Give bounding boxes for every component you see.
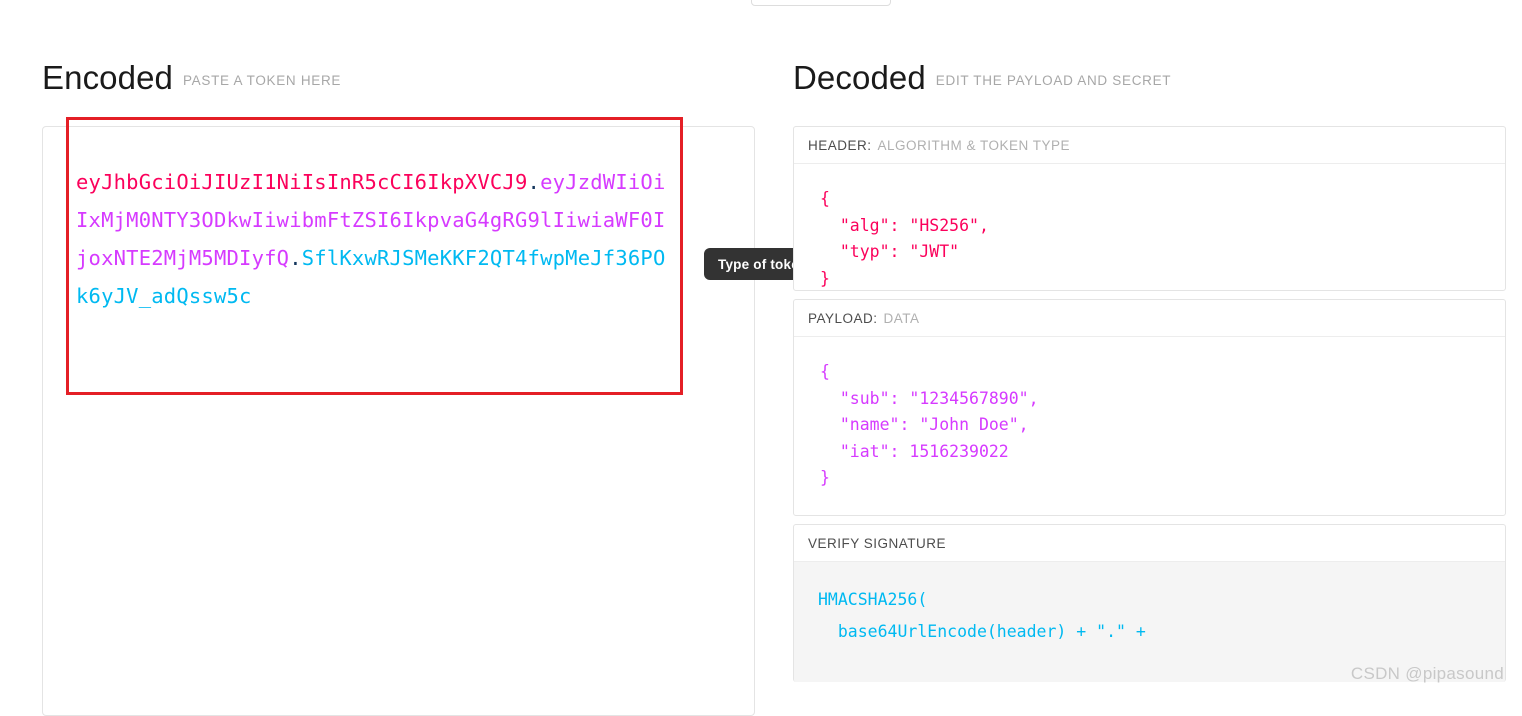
decoded-header-section: HEADER: ALGORITHM & TOKEN TYPE { "alg": … bbox=[793, 126, 1506, 291]
encoded-token-text[interactable]: eyJhbGciOiJIUzI1NiIsInR5cCI6IkpXVCJ9.eyJ… bbox=[76, 163, 666, 315]
decoded-heading: Decoded EDIT THE PAYLOAD AND SECRET bbox=[793, 59, 1171, 97]
payload-section-label: PAYLOAD: DATA bbox=[794, 300, 1505, 337]
header-json-editor[interactable]: { "alg": "HS256", "typ": "JWT" } bbox=[794, 164, 1505, 290]
decoded-signature-section: VERIFY SIGNATURE HMACSHA256( base64UrlEn… bbox=[793, 524, 1506, 682]
signature-section-label: VERIFY SIGNATURE bbox=[794, 525, 1505, 562]
header-label-strong: HEADER: bbox=[808, 137, 872, 153]
watermark: CSDN @pipasound bbox=[1350, 664, 1504, 683]
payload-label-soft: DATA bbox=[883, 310, 920, 326]
decoded-title: Decoded bbox=[793, 59, 926, 96]
payload-json-editor[interactable]: { "sub": "1234567890", "name": "John Doe… bbox=[794, 337, 1505, 515]
encoded-heading: Encoded PASTE A TOKEN HERE bbox=[42, 59, 341, 97]
token-header-segment: eyJhbGciOiJIUzI1NiIsInR5cCI6IkpXVCJ9 bbox=[76, 170, 528, 194]
decoded-panel: HEADER: ALGORITHM & TOKEN TYPE { "alg": … bbox=[793, 126, 1506, 690]
header-label-soft: ALGORITHM & TOKEN TYPE bbox=[877, 137, 1071, 153]
encoded-title: Encoded bbox=[42, 59, 173, 96]
signature-label-strong: VERIFY SIGNATURE bbox=[808, 535, 947, 551]
token-separator-dot-1: . bbox=[527, 170, 541, 194]
token-separator-dot-2: . bbox=[289, 246, 302, 270]
decoded-payload-section: PAYLOAD: DATA { "sub": "1234567890", "na… bbox=[793, 299, 1506, 516]
encoded-subtitle: PASTE A TOKEN HERE bbox=[182, 73, 342, 88]
payload-label-strong: PAYLOAD: bbox=[808, 310, 878, 326]
decoded-subtitle: EDIT THE PAYLOAD AND SECRET bbox=[935, 73, 1172, 88]
top-partial-control[interactable] bbox=[751, 0, 891, 6]
header-section-label: HEADER: ALGORITHM & TOKEN TYPE bbox=[794, 127, 1505, 164]
